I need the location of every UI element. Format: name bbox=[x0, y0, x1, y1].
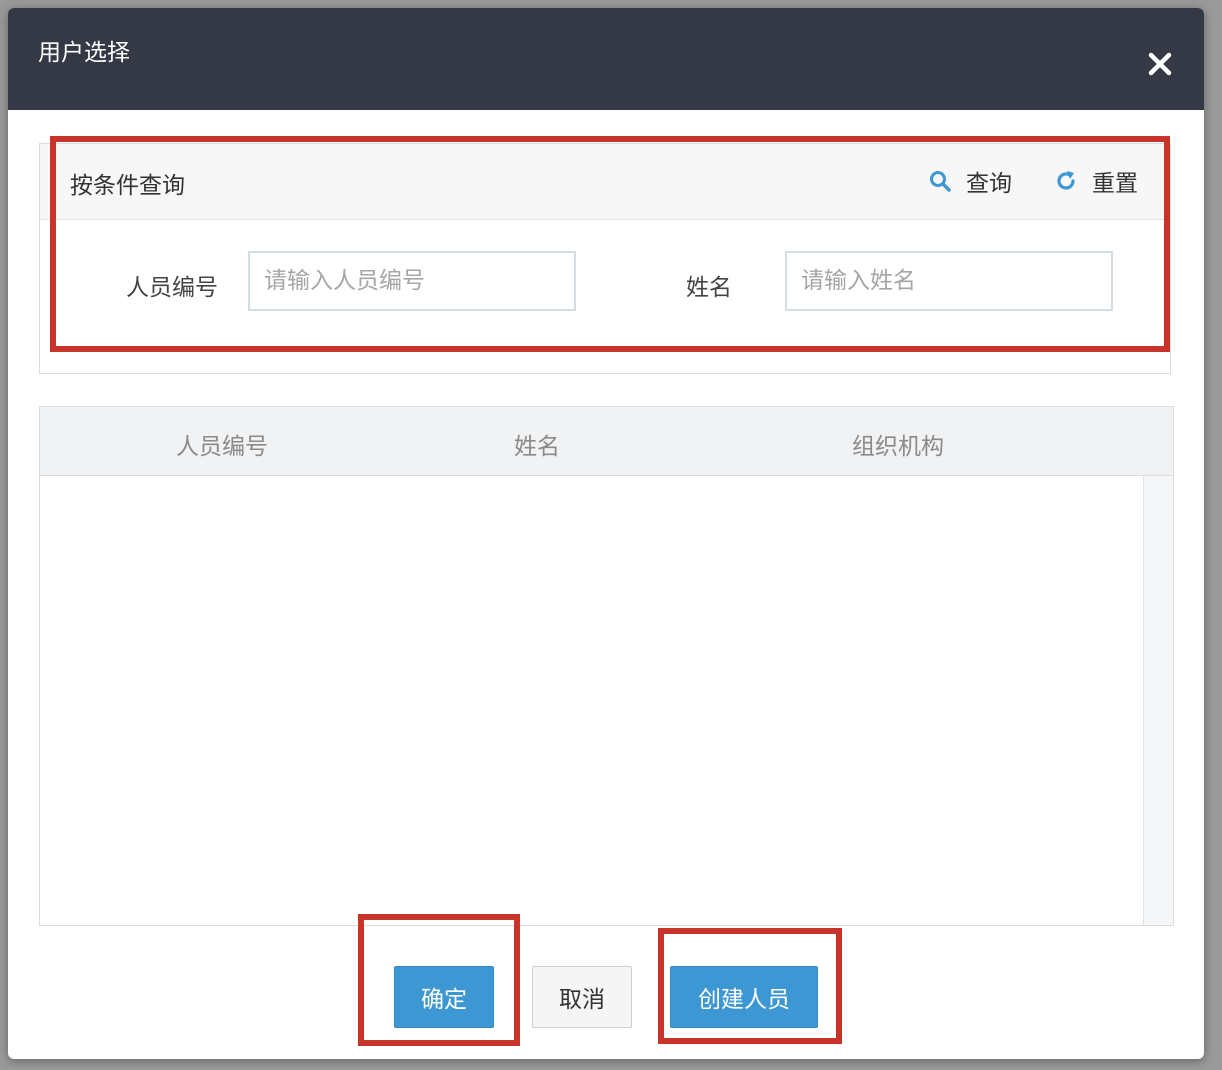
column-header-staff-id[interactable]: 人员编号 bbox=[176, 427, 268, 461]
create-person-button[interactable]: 创建人员 bbox=[670, 966, 818, 1028]
user-select-dialog: 用户选择 按条件查询 查询 重置 人员编号 请输入人员编号 姓名 请输入姓名 人… bbox=[8, 8, 1204, 1059]
search-icon bbox=[930, 171, 951, 192]
search-panel: 按条件查询 查询 重置 人员编号 姓名 bbox=[39, 143, 1171, 374]
table-header: 人员编号 姓名 组织机构 bbox=[40, 407, 1173, 476]
table-body bbox=[40, 476, 1143, 925]
close-icon[interactable] bbox=[1144, 48, 1176, 80]
confirm-button[interactable]: 确定 bbox=[394, 966, 494, 1028]
column-header-organization[interactable]: 组织机构 bbox=[852, 427, 944, 461]
dialog-title: 用户选择 bbox=[38, 40, 130, 66]
user-table: 人员编号 姓名 组织机构 bbox=[39, 406, 1174, 926]
cancel-button[interactable]: 取消 bbox=[532, 966, 632, 1028]
search-panel-header: 按条件查询 查询 重置 bbox=[40, 144, 1170, 220]
name-label: 姓名 bbox=[686, 275, 732, 301]
dialog-header: 用户选择 bbox=[8, 8, 1204, 110]
staff-id-label: 人员编号 bbox=[126, 275, 218, 301]
query-button[interactable]: 查询 bbox=[928, 164, 1012, 198]
query-label: 查询 bbox=[966, 171, 1012, 197]
table-scrollbar[interactable] bbox=[1143, 476, 1173, 925]
staff-id-input[interactable] bbox=[248, 251, 576, 311]
reset-label: 重置 bbox=[1092, 171, 1138, 197]
reset-button[interactable]: 重置 bbox=[1054, 164, 1138, 198]
refresh-icon bbox=[1057, 171, 1075, 190]
column-header-name[interactable]: 姓名 bbox=[514, 427, 560, 461]
name-input[interactable] bbox=[785, 251, 1113, 311]
search-panel-title: 按条件查询 bbox=[70, 173, 185, 199]
